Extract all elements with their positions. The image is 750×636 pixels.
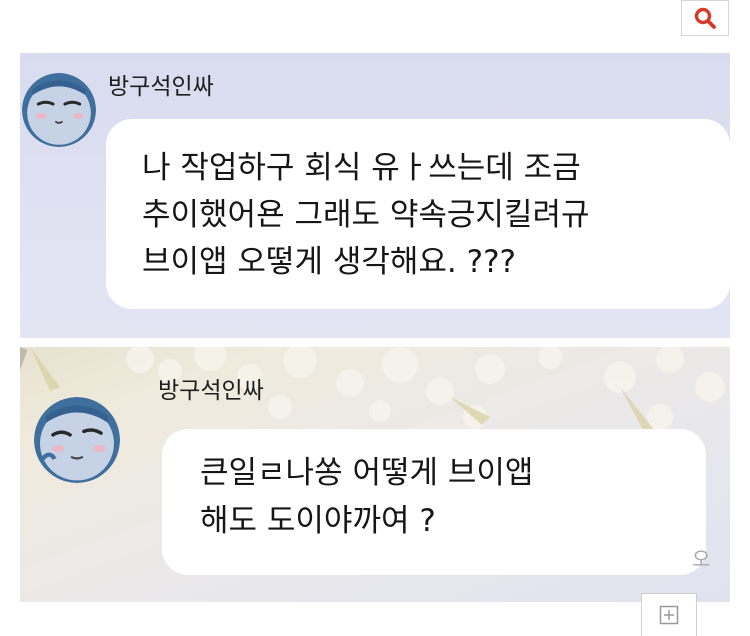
read-mark: 오 [692,547,711,571]
search-button[interactable] [681,0,729,36]
avatar-face-illustration [34,397,120,483]
avatar-face-illustration [22,73,96,147]
plus-square-icon [659,605,679,625]
sender-name: 방구석인싸 [108,74,214,100]
sender-name: 방구석인싸 [158,378,264,404]
expand-image-button[interactable] [641,593,697,636]
message-bubble: 나 작업하구 회식 유ㅏ쓰는데 조금 추이했어욘 그래도 약속긍지킬려규 브이앱… [106,119,730,309]
search-icon [694,7,716,29]
sender-avatar [22,73,96,147]
message-bubble: 큰일ㄹ나쏭 어떻게 브이앱 해도 도이야까여 ? [162,429,706,575]
message-line: 나 작업하구 회식 유ㅏ쓰는데 조금 [142,150,581,186]
chat-capture-1: 방구석인싸 나 작업하구 회식 유ㅏ쓰는데 조금 추이했어욘 그래도 약속긍지킬… [20,53,730,338]
message-line: 추이했어욘 그래도 약속긍지킬려규 [142,197,590,233]
screenshot-page: 방구석인싸 나 작업하구 회식 유ㅏ쓰는데 조금 추이했어욘 그래도 약속긍지킬… [0,0,750,636]
message-line: 브이앱 오떻게 생각해요. ??? [142,244,516,280]
message-line: 큰일ㄹ나쏭 어떻게 브이앱 [200,455,534,491]
chat-capture-2: 방구석인싸 큰일ㄹ나쏭 어떻게 브이앱 해도 도이야까여 ? 오 [20,347,730,602]
message-line: 해도 도이야까여 ? [200,503,436,539]
sender-avatar [34,397,120,483]
